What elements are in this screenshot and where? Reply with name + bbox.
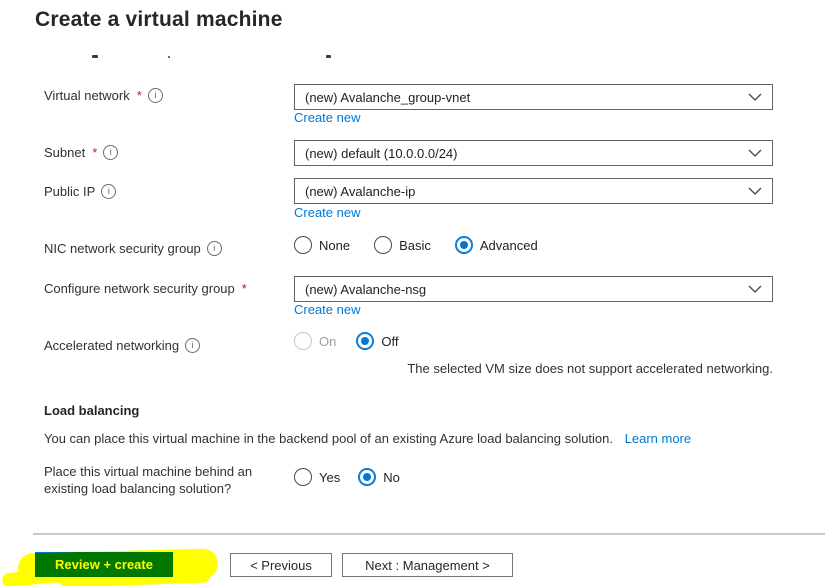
- accelerated-networking-radio-group: On Off: [294, 332, 398, 350]
- nic-nsg-label-text: NIC network security group: [44, 241, 201, 256]
- public-ip-value: (new) Avalanche-ip: [305, 183, 416, 199]
- clipped-text-remnant: [92, 55, 98, 58]
- public-ip-label-text: Public IP: [44, 184, 96, 199]
- learn-more-link[interactable]: Learn more: [625, 431, 691, 446]
- public-ip-dropdown[interactable]: (new) Avalanche-ip: [294, 178, 773, 204]
- accelerated-networking-label: Accelerated networking i: [44, 338, 201, 353]
- radio-option-basic[interactable]: Basic: [374, 236, 431, 254]
- info-icon[interactable]: i: [185, 338, 201, 353]
- chevron-down-icon: [748, 93, 762, 101]
- radio-on-disabled: [294, 332, 312, 350]
- chevron-down-icon: [748, 149, 762, 157]
- radio-option-yes[interactable]: Yes: [294, 468, 340, 486]
- configure-nsg-value: (new) Avalanche-nsg: [305, 281, 427, 297]
- radio-none[interactable]: [294, 236, 312, 254]
- radio-option-off[interactable]: Off: [356, 332, 398, 350]
- radio-no-label: No: [383, 469, 400, 485]
- footer-divider: [33, 533, 825, 535]
- load-balancing-radio-group: Yes No: [294, 468, 400, 486]
- subnet-label-text: Subnet: [44, 145, 86, 160]
- radio-on-label: On: [319, 333, 337, 349]
- radio-option-advanced[interactable]: Advanced: [454, 236, 538, 254]
- next-management-button[interactable]: Next : Management >: [342, 553, 513, 577]
- info-icon[interactable]: i: [206, 241, 222, 256]
- nic-nsg-radio-group: None Basic Advanced: [294, 236, 538, 254]
- nic-nsg-label: NIC network security group i: [44, 241, 222, 256]
- info-icon[interactable]: i: [101, 184, 117, 199]
- configure-nsg-dropdown[interactable]: (new) Avalanche-nsg: [294, 276, 773, 302]
- page-title: Create a virtual machine: [35, 8, 283, 31]
- subnet-value: (new) default (10.0.0.0/24): [305, 145, 458, 161]
- public-ip-create-new-link[interactable]: Create new: [294, 205, 360, 220]
- virtual-network-value: (new) Avalanche_group-vnet: [305, 89, 471, 105]
- radio-yes-label: Yes: [319, 469, 341, 485]
- subnet-dropdown[interactable]: (new) default (10.0.0.0/24): [294, 140, 773, 166]
- info-icon[interactable]: i: [147, 88, 163, 103]
- virtual-network-create-new-link[interactable]: Create new: [294, 110, 360, 125]
- configure-nsg-create-new-link[interactable]: Create new: [294, 302, 360, 317]
- info-icon[interactable]: i: [103, 145, 119, 160]
- review-create-button[interactable]: Review + create: [35, 552, 173, 577]
- radio-option-none[interactable]: None: [294, 236, 350, 254]
- radio-no-selected[interactable]: [358, 468, 377, 486]
- radio-advanced-label: Advanced: [479, 237, 538, 253]
- review-create-button-label: Review + create: [55, 557, 153, 572]
- load-balancing-description: You can place this virtual machine in th…: [44, 431, 691, 446]
- create-vm-page: Create a virtual machine Virtual network…: [0, 0, 828, 586]
- public-ip-label: Public IP i: [44, 184, 117, 199]
- radio-option-no[interactable]: No: [358, 468, 400, 486]
- required-asterisk: *: [241, 281, 247, 296]
- radio-basic[interactable]: [374, 236, 393, 254]
- radio-option-on-disabled: On: [294, 332, 336, 350]
- virtual-network-label-text: Virtual network: [44, 88, 130, 103]
- load-balancing-description-text: You can place this virtual machine in th…: [44, 431, 614, 446]
- radio-off-selected[interactable]: [356, 332, 375, 350]
- chevron-down-icon: [748, 187, 762, 195]
- configure-nsg-label: Configure network security group *: [44, 281, 247, 296]
- accelerated-networking-label-text: Accelerated networking: [44, 338, 180, 353]
- radio-yes[interactable]: [294, 468, 312, 486]
- radio-none-label: None: [319, 237, 351, 253]
- load-balancing-heading: Load balancing: [44, 403, 140, 418]
- chevron-down-icon: [748, 285, 762, 293]
- load-balancing-question: Place this virtual machine behind an exi…: [44, 464, 253, 496]
- required-asterisk: *: [136, 88, 142, 103]
- accelerated-networking-note: The selected VM size does not support ac…: [407, 361, 773, 376]
- clipped-text-remnant: [168, 56, 170, 58]
- subnet-label: Subnet * i: [44, 145, 119, 160]
- virtual-network-label: Virtual network * i: [44, 88, 163, 103]
- radio-basic-label: Basic: [399, 237, 431, 253]
- previous-button[interactable]: < Previous: [230, 553, 332, 577]
- clipped-text-remnant: [326, 55, 331, 58]
- radio-off-label: Off: [381, 333, 399, 349]
- required-asterisk: *: [92, 145, 98, 160]
- radio-advanced-selected[interactable]: [454, 236, 473, 254]
- virtual-network-dropdown[interactable]: (new) Avalanche_group-vnet: [294, 84, 773, 110]
- configure-nsg-label-text: Configure network security group: [44, 281, 235, 296]
